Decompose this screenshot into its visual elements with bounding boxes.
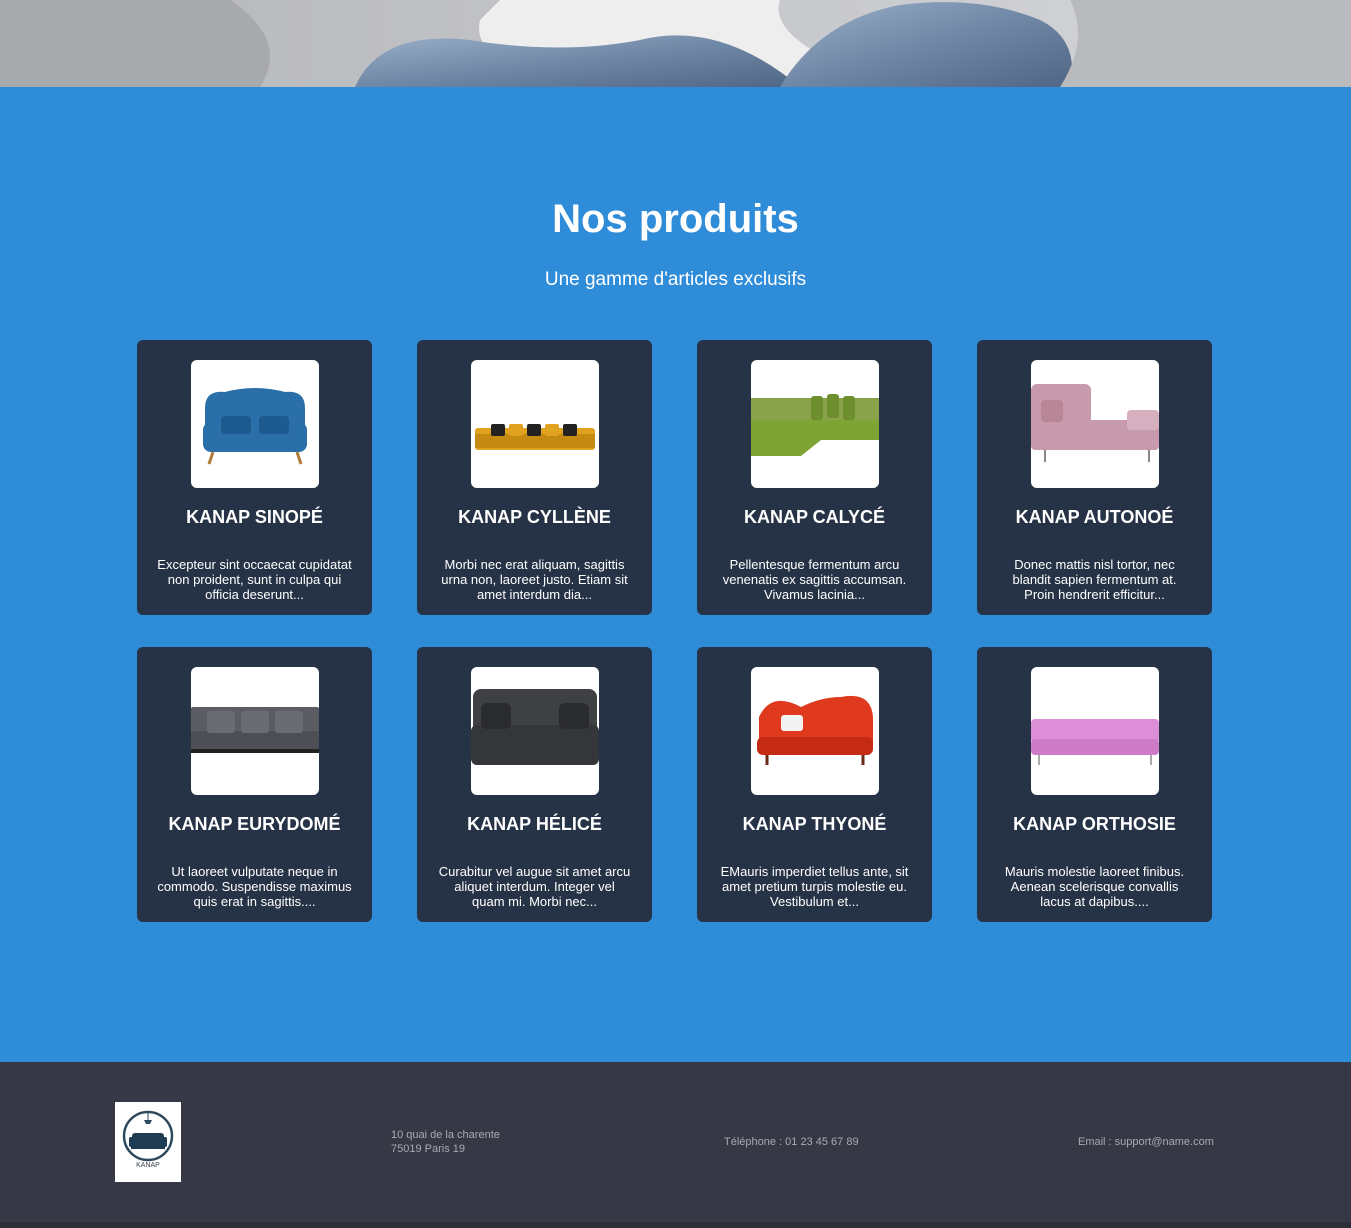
dark-grey-loveseat-icon <box>471 689 599 765</box>
product-description: Ut laoreet vulputate neque in commodo. S… <box>157 864 352 909</box>
product-description: Morbi nec erat aliquam, sagittis urna no… <box>441 557 628 602</box>
red-sofa-icon <box>757 695 873 765</box>
product-image[interactable] <box>471 360 599 488</box>
product-card[interactable]: KANAP EURYDOMÉ Ut laoreet vulputate neque… <box>137 647 372 922</box>
page-title: Nos produits <box>552 197 799 241</box>
product-name[interactable]: KANAP SINOPÉ <box>137 506 372 528</box>
product-card[interactable]: KANAP SINOPÉ Excepteur sint occaecat cupi… <box>137 340 372 615</box>
pink-chesterfield-sofa-icon <box>1031 719 1159 765</box>
product-image[interactable] <box>751 667 879 795</box>
footer-address-line2: 75019 Paris 19 <box>391 1143 465 1155</box>
footer: KANAP 10 quai de la charente 75019 Paris… <box>0 1062 1351 1222</box>
grey-sofa-icon <box>191 707 319 753</box>
product-description: EMauris imperdiet tellus ante, sit amet … <box>720 864 909 909</box>
product-description: Mauris molestie laoreet finibus. Aenean … <box>1004 864 1185 909</box>
yellow-sofa-icon <box>475 424 595 450</box>
footer-bottom-bar <box>0 1222 1351 1228</box>
pink-chaise-sofa-icon <box>1031 384 1159 462</box>
product-name[interactable]: KANAP CALYCÉ <box>697 506 932 528</box>
footer-address-line1: 10 quai de la charente <box>391 1129 500 1141</box>
product-card[interactable]: KANAP THYONÉ EMauris imperdiet tellus ant… <box>697 647 932 922</box>
product-card[interactable]: KANAP CALYCÉ Pellentesque fermentum arcu … <box>697 340 932 615</box>
product-card[interactable]: KANAP AUTONOÉ Donec mattis nisl tortor, n… <box>977 340 1212 615</box>
product-card[interactable]: KANAP HÉLICÉ Curabitur vel augue sit amet… <box>417 647 652 922</box>
footer-email[interactable]: Email : support@name.com <box>1078 1135 1214 1149</box>
product-image[interactable] <box>191 667 319 795</box>
kanap-logo[interactable]: KANAP <box>115 1102 181 1182</box>
green-corner-sofa-icon <box>751 394 879 456</box>
footer-phone: Téléphone : 01 23 45 67 89 <box>724 1136 859 1148</box>
product-card[interactable]: KANAP CYLLÈNE Morbi nec erat aliquam, sag… <box>417 340 652 615</box>
product-name[interactable]: KANAP ORTHOSIE <box>977 813 1212 835</box>
products-section: Nos produits Une gamme d'articles exclus… <box>0 87 1351 1062</box>
product-name[interactable]: KANAP EURYDOMÉ <box>137 813 372 835</box>
product-card[interactable]: KANAP ORTHOSIE Mauris molestie laoreet fi… <box>977 647 1212 922</box>
product-image[interactable] <box>471 667 599 795</box>
hero-banner-image <box>0 0 1351 87</box>
logo-text: KANAP <box>136 1162 160 1169</box>
product-description: Donec mattis nisl tortor, nec blandit sa… <box>1012 557 1177 602</box>
product-image[interactable] <box>191 360 319 488</box>
product-name[interactable]: KANAP THYONÉ <box>697 813 932 835</box>
product-name[interactable]: KANAP AUTONOÉ <box>977 506 1212 528</box>
blue-armchair-sofa-icon <box>203 388 307 465</box>
product-name[interactable]: KANAP CYLLÈNE <box>417 506 652 528</box>
product-image[interactable] <box>751 360 879 488</box>
product-description: Curabitur vel augue sit amet arcu alique… <box>438 864 631 909</box>
product-name[interactable]: KANAP HÉLICÉ <box>417 813 652 835</box>
page-subtitle: Une gamme d'articles exclusifs <box>544 269 807 290</box>
product-description: Excepteur sint occaecat cupidatat non pr… <box>157 557 352 602</box>
sofa-logo-icon <box>122 1110 174 1162</box>
product-image[interactable] <box>1031 360 1159 488</box>
product-description: Pellentesque fermentum arcu venenatis ex… <box>722 557 907 602</box>
product-image[interactable] <box>1031 667 1159 795</box>
